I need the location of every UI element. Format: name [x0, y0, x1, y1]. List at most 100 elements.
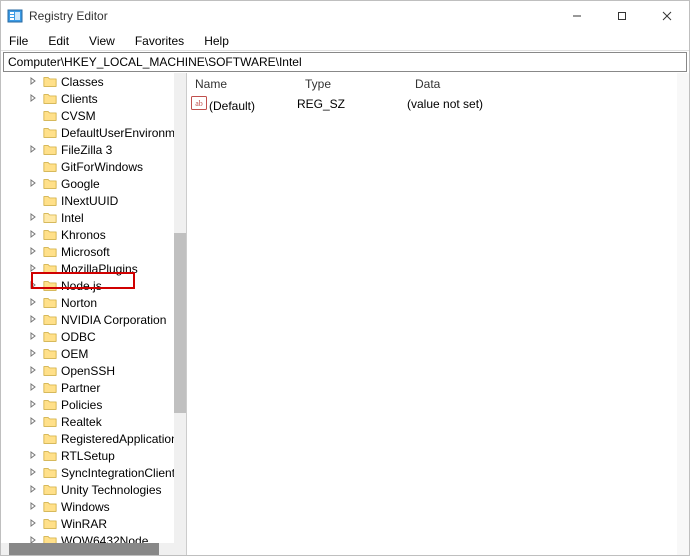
chevron-right-icon[interactable]: [27, 264, 39, 274]
value-name: (Default): [209, 99, 255, 113]
minimize-button[interactable]: [554, 1, 599, 31]
tree-item-windows[interactable]: Windows: [1, 498, 187, 515]
chevron-right-icon[interactable]: [27, 179, 39, 189]
tree-item-label: OEM: [61, 347, 88, 361]
chevron-right-icon[interactable]: [27, 485, 39, 495]
folder-icon: [43, 313, 57, 327]
folder-icon: [43, 483, 57, 497]
tree-item-label: Partner: [61, 381, 100, 395]
tree-item-inextuuid[interactable]: INextUUID: [1, 192, 187, 209]
tree-item-mozillaplugins[interactable]: MozillaPlugins: [1, 260, 187, 277]
chevron-right-icon[interactable]: [27, 94, 39, 104]
chevron-right-icon[interactable]: [27, 417, 39, 427]
tree-item-clients[interactable]: Clients: [1, 90, 187, 107]
chevron-right-icon[interactable]: [27, 247, 39, 257]
tree-item-nvidia-corporation[interactable]: NVIDIA Corporation: [1, 311, 187, 328]
tree-item-google[interactable]: Google: [1, 175, 187, 192]
tree-item-label: SyncIntegrationClients: [61, 466, 181, 480]
tree-vertical-scroll-thumb[interactable]: [174, 233, 186, 413]
tree-item-khronos[interactable]: Khronos: [1, 226, 187, 243]
chevron-right-icon[interactable]: [27, 298, 39, 308]
menu-favorites[interactable]: Favorites: [131, 33, 188, 49]
folder-icon: [43, 279, 57, 293]
menu-help[interactable]: Help: [200, 33, 233, 49]
address-bar[interactable]: Computer\HKEY_LOCAL_MACHINE\SOFTWARE\Int…: [3, 52, 687, 72]
tree-item-partner[interactable]: Partner: [1, 379, 187, 396]
folder-icon: [43, 177, 57, 191]
tree-item-label: FileZilla 3: [61, 143, 112, 157]
folder-icon: [43, 228, 57, 242]
chevron-right-icon[interactable]: [27, 502, 39, 512]
folder-icon: [43, 194, 57, 208]
chevron-right-icon[interactable]: [27, 349, 39, 359]
maximize-button[interactable]: [599, 1, 644, 31]
tree-item-node-js[interactable]: Node.js: [1, 277, 187, 294]
chevron-right-icon[interactable]: [27, 315, 39, 325]
tree-horizontal-scroll-thumb[interactable]: [9, 543, 159, 555]
folder-icon: [43, 92, 57, 106]
folder-icon: [43, 109, 57, 123]
folder-icon: [43, 143, 57, 157]
body: ClassesClientsCVSMDefaultUserEnvironment…: [1, 73, 689, 555]
tree-item-label: INextUUID: [61, 194, 118, 208]
chevron-right-icon[interactable]: [27, 230, 39, 240]
chevron-right-icon[interactable]: [27, 77, 39, 87]
tree-item-label: GitForWindows: [61, 160, 143, 174]
tree-item-classes[interactable]: Classes: [1, 73, 187, 90]
menu-edit[interactable]: Edit: [44, 33, 73, 49]
chevron-right-icon[interactable]: [27, 366, 39, 376]
tree-item-microsoft[interactable]: Microsoft: [1, 243, 187, 260]
tree-item-winrar[interactable]: WinRAR: [1, 515, 187, 532]
list-body[interactable]: ab(Default)REG_SZ(value not set): [187, 95, 689, 113]
chevron-right-icon[interactable]: [27, 332, 39, 342]
tree-item-openssh[interactable]: OpenSSH: [1, 362, 187, 379]
chevron-right-icon[interactable]: [27, 519, 39, 529]
folder-icon: [43, 347, 57, 361]
window-title: Registry Editor: [29, 9, 554, 23]
column-header-data[interactable]: Data: [407, 77, 689, 91]
tree-view[interactable]: ClassesClientsCVSMDefaultUserEnvironment…: [1, 73, 187, 549]
chevron-right-icon[interactable]: [27, 468, 39, 478]
chevron-right-icon[interactable]: [27, 451, 39, 461]
tree-vertical-scrollbar[interactable]: [174, 73, 186, 555]
titlebar: Registry Editor: [1, 1, 689, 31]
column-header-name[interactable]: Name: [187, 77, 297, 91]
tree-item-syncintegrationclients[interactable]: SyncIntegrationClients: [1, 464, 187, 481]
tree-item-label: Khronos: [61, 228, 106, 242]
tree-item-registeredapplications[interactable]: RegisteredApplications: [1, 430, 187, 447]
column-header-type[interactable]: Type: [297, 77, 407, 91]
list-vertical-scrollbar[interactable]: [677, 73, 689, 555]
chevron-right-icon[interactable]: [27, 281, 39, 291]
chevron-right-icon[interactable]: [27, 145, 39, 155]
chevron-right-icon[interactable]: [27, 400, 39, 410]
tree-item-odbc[interactable]: ODBC: [1, 328, 187, 345]
chevron-right-icon[interactable]: [27, 213, 39, 223]
registry-editor-window: Registry Editor File Edit View Favorites…: [0, 0, 690, 556]
tree-item-intel[interactable]: Intel: [1, 209, 187, 226]
tree-item-cvsm[interactable]: CVSM: [1, 107, 187, 124]
close-button[interactable]: [644, 1, 689, 31]
folder-icon: [43, 262, 57, 276]
tree-horizontal-scrollbar[interactable]: [1, 543, 174, 555]
tree-item-label: ODBC: [61, 330, 96, 344]
tree-item-gitforwindows[interactable]: GitForWindows: [1, 158, 187, 175]
tree-pane: ClassesClientsCVSMDefaultUserEnvironment…: [1, 73, 187, 555]
list-row[interactable]: ab(Default)REG_SZ(value not set): [187, 95, 689, 113]
menu-file[interactable]: File: [5, 33, 32, 49]
tree-item-label: Unity Technologies: [61, 483, 162, 497]
tree-item-defaultuserenvironment[interactable]: DefaultUserEnvironment: [1, 124, 187, 141]
string-value-icon: ab: [191, 96, 207, 110]
tree-item-label: MozillaPlugins: [61, 262, 138, 276]
tree-item-label: Windows: [61, 500, 110, 514]
folder-icon: [43, 398, 57, 412]
tree-item-filezilla-3[interactable]: FileZilla 3: [1, 141, 187, 158]
chevron-right-icon[interactable]: [27, 383, 39, 393]
tree-item-oem[interactable]: OEM: [1, 345, 187, 362]
tree-item-realtek[interactable]: Realtek: [1, 413, 187, 430]
tree-item-unity-technologies[interactable]: Unity Technologies: [1, 481, 187, 498]
tree-item-label: Node.js: [61, 279, 102, 293]
tree-item-policies[interactable]: Policies: [1, 396, 187, 413]
menu-view[interactable]: View: [85, 33, 119, 49]
tree-item-rtlsetup[interactable]: RTLSetup: [1, 447, 187, 464]
tree-item-norton[interactable]: Norton: [1, 294, 187, 311]
